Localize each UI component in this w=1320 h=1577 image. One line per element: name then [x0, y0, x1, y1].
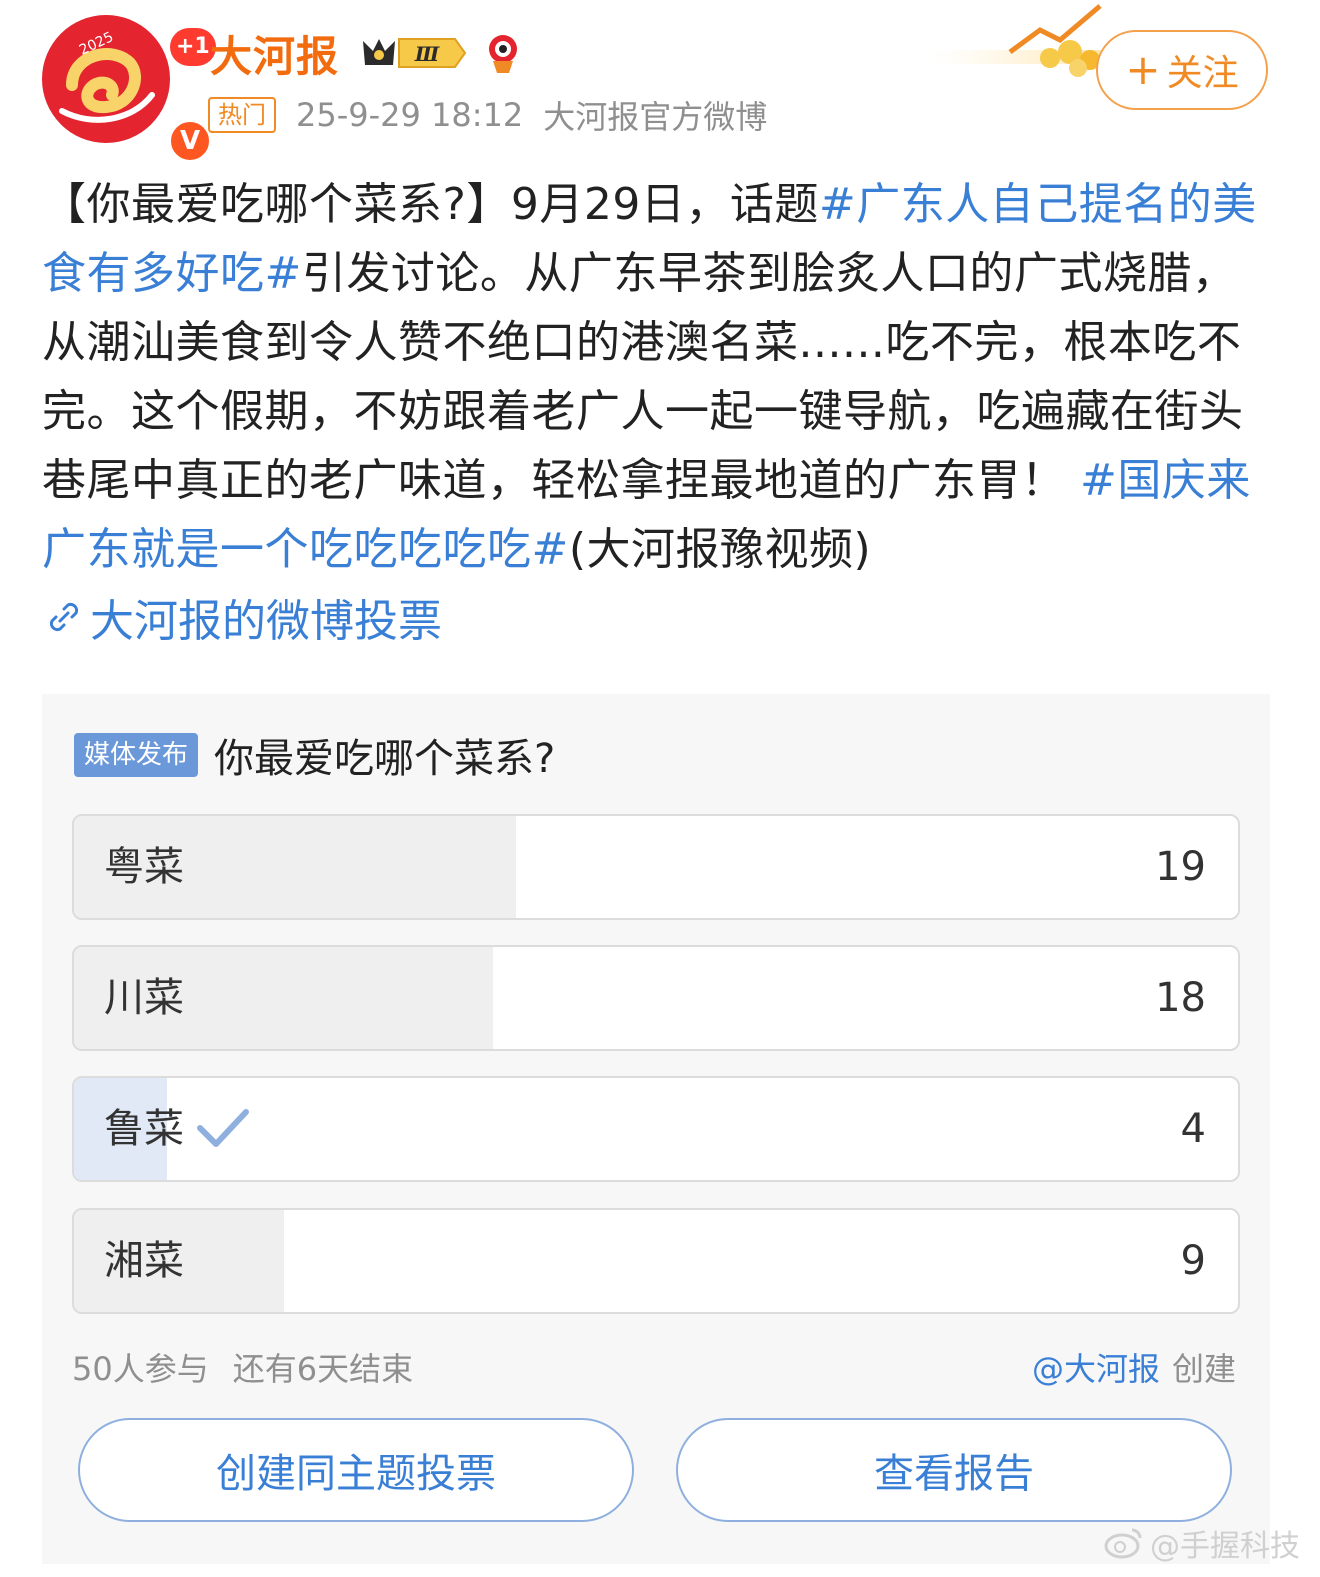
watermark-text: @手握科技 [1150, 1529, 1300, 1564]
post-timestamp: 25-9-29 18:12 [296, 96, 524, 134]
author-row: 大河报 Ⅲ [210, 25, 523, 81]
poll-title: 你最爱吃哪个菜系? [214, 736, 556, 782]
poll-stats: 50人参与 还有6天结束 [72, 1344, 413, 1390]
poll-participants: 50人参与 [72, 1350, 209, 1388]
link-icon [49, 602, 79, 632]
verified-icon: V [168, 119, 212, 163]
poll-option[interactable]: 川菜 18 [72, 945, 1240, 1051]
watermark: @手握科技 [1104, 1521, 1300, 1565]
poll-creator-link[interactable]: @大河报 [1032, 1344, 1160, 1390]
plus-icon: + [1125, 45, 1161, 94]
level-badge-text: Ⅲ [414, 42, 440, 66]
poll-option-label-wrap: 湘菜 [104, 1210, 184, 1312]
poll-option-label-wrap: 鲁菜 [104, 1078, 250, 1180]
post-text-part1: 【你最爱吃哪个菜系?】9月29日，话题 [42, 179, 819, 230]
poll-option-label: 鲁菜 [104, 1106, 184, 1152]
poll-card: 媒体发布 你最爱吃哪个菜系? 粤菜 19 川菜 18 鲁菜 4 湘菜 9 50人… [42, 694, 1270, 1564]
media-tag: 媒体发布 [74, 733, 199, 777]
post-text: 【你最爱吃哪个菜系?】9月29日，话题#广东人自己提名的美食有多好吃#引发讨论。… [42, 170, 1278, 584]
hot-tag: 热门 [208, 97, 276, 133]
create-poll-button[interactable]: 创建同主题投票 [78, 1418, 634, 1522]
poll-option[interactable]: 鲁菜 4 [72, 1076, 1240, 1182]
notification-badge: +1 [170, 28, 216, 66]
poll-option[interactable]: 粤菜 19 [72, 814, 1240, 920]
poll-option-label-wrap: 粤菜 [104, 816, 184, 918]
poll-option[interactable]: 湘菜 9 [72, 1208, 1240, 1314]
post-source: 大河报官方微博 [543, 98, 768, 136]
poll-option-label: 粤菜 [104, 844, 184, 890]
poll-option-count: 9 [1180, 1238, 1206, 1284]
weibo-logo-icon [1104, 1528, 1142, 1559]
poll-option-count: 18 [1155, 975, 1206, 1021]
poll-header: 媒体发布 你最爱吃哪个菜系? [74, 726, 555, 784]
poll-footer: 50人参与 还有6天结束 @大河报 创建 [72, 1344, 1240, 1388]
avatar[interactable]: 2025 [42, 15, 170, 143]
poll-option-label: 川菜 [104, 975, 184, 1021]
poll-option-count: 19 [1155, 844, 1206, 890]
poll-created-label: 创建 [1171, 1350, 1236, 1388]
follow-button[interactable]: + 关注 [1096, 30, 1268, 110]
vote-link[interactable]: 大河报的微博投票 [44, 584, 442, 650]
poll-remaining: 还有6天结束 [232, 1350, 414, 1388]
poll-creator: @大河报 创建 [1032, 1344, 1236, 1390]
vote-link-label: 大河报的微博投票 [90, 596, 442, 647]
avatar-logo-icon: 2025 [59, 29, 155, 123]
follow-label: 关注 [1166, 53, 1239, 94]
author-name[interactable]: 大河报 [210, 23, 339, 84]
post-text-part3: (大河报豫视频) [568, 524, 872, 575]
checkmark-icon [197, 1109, 249, 1147]
mascot-icon [483, 31, 523, 75]
avatar-wrap[interactable]: 2025 +1 V [42, 15, 216, 163]
poll-option-label-wrap: 川菜 [104, 947, 184, 1049]
view-report-button[interactable]: 查看报告 [676, 1418, 1232, 1522]
level-badge-icon[interactable]: Ⅲ [355, 33, 467, 73]
poll-option-count: 4 [1180, 1106, 1206, 1152]
poll-option-label: 湘菜 [104, 1238, 184, 1284]
meta-row: 热门 25-9-29 18:12 大河报官方微博 [208, 95, 768, 136]
